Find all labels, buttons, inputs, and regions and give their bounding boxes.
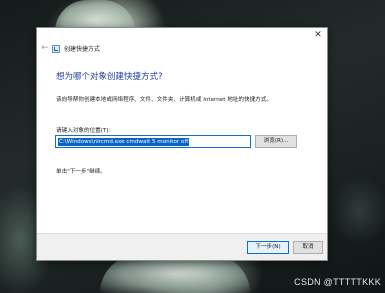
window-title: 创建快捷方式 — [64, 46, 101, 53]
wizard-description: 该向导帮你创建本地或网络程序、文件、文件夹、计算机或 Internet 地址的快… — [56, 97, 272, 103]
location-field-label: 请键入对象的位置(T): — [56, 128, 111, 134]
location-input[interactable]: C:\Windows\nircmd.exe cmdwait 5 monitor … — [55, 135, 251, 148]
create-shortcut-dialog: ✕ ← 创建快捷方式 想为哪个对象创建快捷方式? 该向导帮你创建本地或网络程序、… — [36, 27, 328, 261]
browse-button[interactable]: 浏览(R)... — [255, 135, 297, 148]
cancel-button[interactable]: 取消 — [293, 241, 323, 254]
csdn-watermark: CSDN @TTTTTKKK — [294, 277, 381, 287]
shortcut-icon — [52, 44, 60, 53]
continue-hint: 单击"下一步"继续。 — [56, 169, 106, 175]
dialog-title-bar: 创建快捷方式 — [52, 44, 100, 53]
next-button[interactable]: 下一步(N) — [247, 241, 289, 254]
page-heading: 想为哪个对象创建快捷方式? — [56, 72, 163, 82]
back-arrow-icon[interactable]: ← — [40, 43, 50, 53]
dialog-footer: 下一步(N) 取消 — [37, 233, 327, 260]
location-input-value: C:\Windows\nircmd.exe cmdwait 5 monitor … — [58, 137, 190, 146]
close-icon[interactable]: ✕ — [311, 29, 325, 41]
